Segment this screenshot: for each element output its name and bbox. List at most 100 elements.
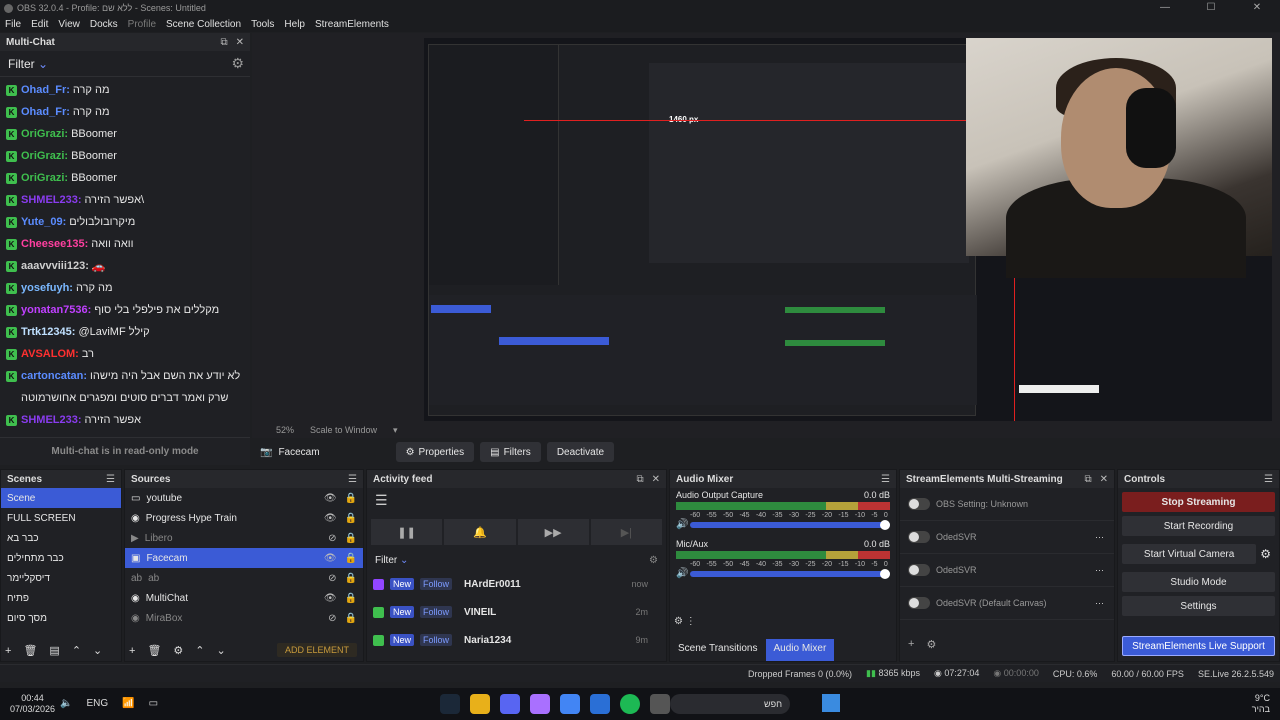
gear-icon[interactable]: ⚙ <box>649 555 658 566</box>
lock-icon[interactable]: 🔒 <box>345 533 357 544</box>
explorer-icon[interactable] <box>650 694 670 714</box>
menu-edit[interactable]: Edit <box>26 19 53 30</box>
close-icon[interactable]: ✕ <box>236 37 244 48</box>
scene-item[interactable]: כבר בא <box>1 528 121 548</box>
add-element-button[interactable]: ADD ELEMENT <box>276 643 357 657</box>
chevron-down-icon[interactable]: ▾ <box>393 425 398 436</box>
close-icon[interactable]: ✕ <box>1100 474 1108 485</box>
chat-username[interactable]: Ohad_Fr: <box>21 84 70 96</box>
chat-username[interactable]: Cheesee135: <box>21 238 88 250</box>
spotify-icon[interactable] <box>620 694 640 714</box>
chat-username[interactable]: SHMEL233: <box>21 414 82 426</box>
eye-icon[interactable]: 👁 <box>324 493 337 504</box>
bell-button[interactable]: 🔔 <box>444 519 516 545</box>
eye-off-icon[interactable]: ⊘ <box>328 573 336 584</box>
close-icon[interactable]: ✕ <box>652 474 660 485</box>
chat-username[interactable]: Trtk12345: <box>21 326 75 338</box>
chat-username[interactable]: yosefuyh: <box>21 282 73 294</box>
source-item[interactable]: ▣ Facecam 👁 🔒 <box>125 548 363 568</box>
source-item[interactable]: ◉ MultiChat 👁 🔒 <box>125 588 363 608</box>
start-recording-button[interactable]: Start Recording <box>1122 516 1275 536</box>
chat-username[interactable]: aaavvviii123: <box>21 260 89 272</box>
destination-toggle[interactable] <box>908 564 930 576</box>
tab-audio-mixer[interactable]: Audio Mixer <box>765 639 835 661</box>
chat-username[interactable]: yonatan7536: <box>21 304 91 316</box>
source-item[interactable]: ▶ Libero ⊘ 🔒 <box>125 528 363 548</box>
filter-icon[interactable]: ▤ <box>49 644 59 657</box>
gear-icon[interactable]: ⚙ <box>1260 547 1279 561</box>
chat-username[interactable]: OriGrazi: <box>21 150 68 162</box>
activity-filter[interactable]: Filter ⌄ <box>375 555 408 566</box>
gear-icon[interactable]: ⚙ <box>926 638 936 651</box>
source-item[interactable]: ◉ MiraBox ⊘ 🔒 <box>125 608 363 628</box>
source-item[interactable]: ab ab ⊘ 🔒 <box>125 568 363 588</box>
battery-icon[interactable]: ▭ <box>149 698 158 709</box>
volume-slider[interactable] <box>690 569 890 579</box>
scene-item[interactable]: מסך סיום <box>1 608 121 628</box>
volume-icon[interactable]: 🔈 <box>60 698 72 709</box>
scale-mode[interactable]: Scale to Window <box>310 425 377 435</box>
chat-username[interactable]: Yute_09: <box>21 216 66 228</box>
weather-widget[interactable]: 9°C בהיר <box>1252 693 1270 715</box>
start-virtual-camera-button[interactable]: Start Virtual Camera <box>1122 544 1257 564</box>
trash-icon[interactable]: 🗑 <box>23 644 37 657</box>
maximize-icon[interactable]: ☐ <box>1188 0 1234 16</box>
deactivate-button[interactable]: Deactivate <box>546 442 615 462</box>
taskbar-search[interactable]: חפש <box>670 694 790 714</box>
gear-icon[interactable]: ⚙ <box>231 55 244 72</box>
lock-icon[interactable]: 🔒 <box>345 493 357 504</box>
up-icon[interactable]: ⌃ <box>195 644 204 657</box>
close-icon[interactable]: ✕ <box>1234 0 1280 16</box>
menu-icon[interactable]: ☰ <box>1264 474 1273 485</box>
gear-icon[interactable]: ⚙ <box>173 644 183 657</box>
lock-icon[interactable]: 🔒 <box>345 613 357 624</box>
down-icon[interactable]: ⌄ <box>93 644 102 657</box>
menu-icon[interactable]: ☰ <box>106 474 115 485</box>
menu-help[interactable]: Help <box>279 19 310 30</box>
menu-icon[interactable]: ☰ <box>881 474 890 485</box>
menu-tools[interactable]: Tools <box>246 19 279 30</box>
start-grid-icon[interactable] <box>590 694 610 714</box>
menu-scene-collection[interactable]: Scene Collection <box>161 19 246 30</box>
chat-username[interactable]: OriGrazi: <box>21 128 68 140</box>
minimize-icon[interactable]: — <box>1142 0 1188 16</box>
properties-button[interactable]: ⚙ Properties <box>395 442 475 462</box>
more-icon[interactable]: ⋯ <box>1095 532 1104 543</box>
speaker-icon[interactable]: 🔊 <box>676 519 688 530</box>
source-item[interactable]: ▭ youtube 👁 🔒 <box>125 488 363 508</box>
destination-toggle[interactable] <box>908 531 930 543</box>
destination-toggle[interactable] <box>908 498 930 510</box>
next-button[interactable]: ▶| <box>590 519 662 545</box>
settings-button[interactable]: Settings <box>1122 596 1275 616</box>
app-icon[interactable] <box>470 694 490 714</box>
scene-item[interactable]: FULL SCREEN <box>1 508 121 528</box>
lang-indicator[interactable]: ENG <box>86 698 108 709</box>
trash-icon[interactable]: 🗑 <box>147 644 161 657</box>
menu-view[interactable]: View <box>53 19 85 30</box>
studio-mode-button[interactable]: Studio Mode <box>1122 572 1275 592</box>
chat-username[interactable]: AVSALOM: <box>21 348 79 360</box>
filter-dropdown[interactable]: Filter ⌄ <box>8 57 48 71</box>
zoom-level[interactable]: 52% <box>276 425 294 435</box>
discord-icon[interactable] <box>500 694 520 714</box>
chat-username[interactable]: OriGrazi: <box>21 172 68 184</box>
add-icon[interactable]: + <box>5 645 11 657</box>
add-icon[interactable]: + <box>908 638 914 651</box>
menu-icon[interactable]: ☰ <box>348 474 357 485</box>
down-icon[interactable]: ⌄ <box>217 644 226 657</box>
eye-icon[interactable]: 👁 <box>324 593 337 604</box>
tab-scene-transitions[interactable]: Scene Transitions <box>670 639 766 661</box>
clock[interactable]: 00:44 07/03/2026 <box>10 693 55 715</box>
scene-item[interactable]: פתיח <box>1 588 121 608</box>
lock-icon[interactable]: 🔒 <box>345 573 357 584</box>
eye-icon[interactable]: 👁 <box>324 513 337 524</box>
pause-button[interactable]: ❚❚ <box>371 519 443 545</box>
chat-username[interactable]: cartoncatan: <box>21 370 87 382</box>
stop-streaming-button[interactable]: Stop Streaming <box>1122 492 1275 512</box>
chat-username[interactable]: Ohad_Fr: <box>21 106 70 118</box>
preview-canvas[interactable]: 1460 px <box>424 38 1272 421</box>
preview-area[interactable]: 1460 px 52% Scale to Window ▾ <box>252 33 1280 438</box>
add-icon[interactable]: + <box>129 645 135 657</box>
eye-icon[interactable]: 👁 <box>324 553 337 564</box>
filters-button[interactable]: ▤ Filters <box>480 442 541 462</box>
